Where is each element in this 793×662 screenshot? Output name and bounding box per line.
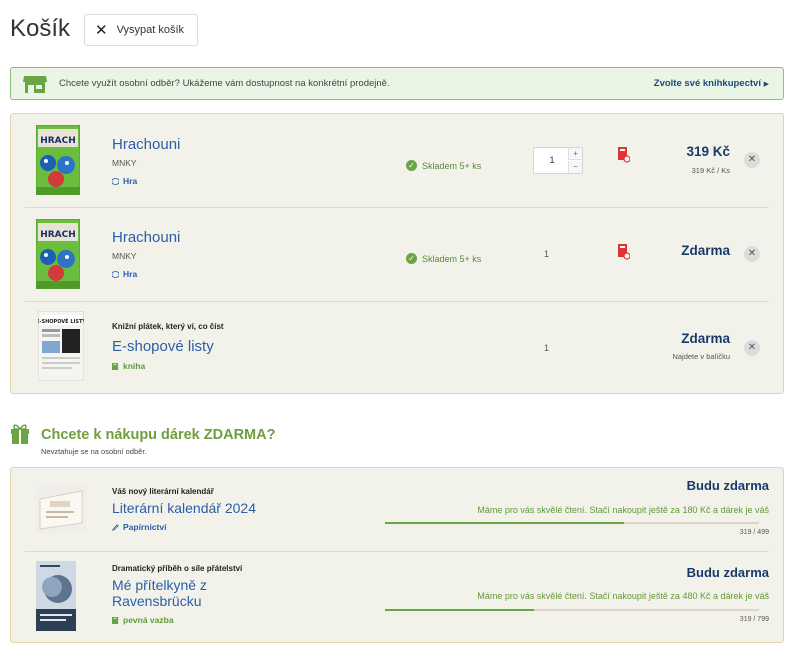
quantity-decrease-button[interactable]: − xyxy=(568,161,582,173)
gift-subheading: Nevztahuje se na osobní odběr. xyxy=(41,447,147,456)
check-icon: ✓ xyxy=(406,253,417,264)
close-icon: ✕ xyxy=(747,342,757,353)
remove-item-button[interactable]: ✕ xyxy=(744,340,760,356)
quantity-value: 1 xyxy=(544,249,550,259)
gift-promo-label: Budu zdarma xyxy=(686,565,769,580)
gift-progress-fill xyxy=(385,609,535,611)
book-icon xyxy=(112,616,119,624)
product-name-link[interactable]: Hrachouni xyxy=(112,136,180,153)
gift-name-line: Ravensbrücku xyxy=(112,593,202,609)
clear-cart-label: Vysypat košík xyxy=(116,24,185,36)
stock-status: ✓ Skladem 5+ ks xyxy=(406,253,481,264)
cart-items-box: HRACH Hrachouni MNKY Hra ✓ Skladem 5+ ks… xyxy=(10,113,784,394)
pickup-text: Chcete využít osobní odběr? Ukážeme vám … xyxy=(59,78,390,89)
gift-name-link[interactable]: Literární kalendář 2024 xyxy=(112,500,256,516)
product-brand: MNKY xyxy=(112,251,137,261)
gift-product-image[interactable] xyxy=(36,485,86,533)
quantity-stepper[interactable]: 1 + − xyxy=(533,147,583,174)
svg-text:E-SHOPOVÉ LISTY: E-SHOPOVÉ LISTY xyxy=(38,317,84,325)
product-type-label: Hra xyxy=(123,269,138,279)
product-image[interactable]: HRACH xyxy=(36,125,80,195)
quantity-value: 1 xyxy=(544,343,550,353)
gift-type-label: pevná vazba xyxy=(123,615,174,625)
page-title: Košík xyxy=(10,15,71,42)
clear-cart-button[interactable]: ✕ Vysypat košík xyxy=(84,14,198,46)
item-price: Zdarma xyxy=(681,331,730,346)
gift-row: Váš nový literární kalendář Literární ka… xyxy=(25,468,769,552)
remove-item-button[interactable]: ✕ xyxy=(744,152,760,168)
gift-category-label: Váš nový literární kalendář xyxy=(112,487,214,496)
stock-status: ✓ Skladem 5+ ks xyxy=(406,160,481,171)
bundle-note: Najdete v balíčku xyxy=(672,352,730,361)
cart-row: E-SHOPOVÉ LISTY Knižní plátek, který ví,… xyxy=(25,302,769,394)
gift-promo-label: Budu zdarma xyxy=(686,478,769,493)
gift-progress-bar xyxy=(385,609,759,611)
gift-type: Papírnictví xyxy=(112,522,166,532)
svg-text:HRACH: HRACH xyxy=(40,136,76,146)
gift-name-link[interactable]: Mé přítelkyně z Ravensbrücku xyxy=(112,577,207,609)
quantity-input[interactable]: 1 xyxy=(534,148,570,173)
gift-tag-icon[interactable] xyxy=(618,147,630,163)
stock-label: Skladem 5+ ks xyxy=(422,160,482,171)
pencil-icon xyxy=(112,523,119,531)
gift-progress-fill xyxy=(385,522,624,524)
cube-icon xyxy=(112,177,119,185)
cart-row: HRACH Hrachouni MNKY Hra ✓ Skladem 5+ ks… xyxy=(25,208,769,300)
book-icon xyxy=(112,362,119,370)
close-icon: ✕ xyxy=(95,21,108,39)
gift-progress-text: 319 / 799 xyxy=(739,616,769,623)
gift-heading: Chcete k nákupu dárek ZDARMA? xyxy=(41,427,276,443)
gift-type: pevná vazba xyxy=(112,615,174,625)
product-type: Hra xyxy=(112,176,137,186)
choose-bookstore-link[interactable]: Zvolte své knihkupectví ▶ xyxy=(654,78,769,89)
gift-name-line: Mé přítelkyně z xyxy=(112,577,207,593)
gift-tag-icon[interactable] xyxy=(618,244,630,260)
gift-message: Máme pro vás skvělé čtení. Stačí nakoupi… xyxy=(477,505,769,515)
gift-product-image[interactable] xyxy=(36,561,76,631)
product-type-label: Hra xyxy=(123,176,138,186)
cube-icon xyxy=(112,270,119,278)
product-name-link[interactable]: E-shopové listy xyxy=(112,338,214,355)
close-icon: ✕ xyxy=(747,248,757,259)
remove-item-button[interactable]: ✕ xyxy=(744,246,760,262)
quantity-increase-button[interactable]: + xyxy=(568,148,582,160)
product-type: Hra xyxy=(112,269,137,279)
gift-progress-text: 319 / 499 xyxy=(739,529,769,536)
product-type-label: kniha xyxy=(123,361,146,371)
gift-row: Dramatický příběh o síle přátelství Mé p… xyxy=(25,552,769,636)
gift-category-label: Dramatický příběh o síle přátelství xyxy=(112,564,243,573)
shop-icon xyxy=(23,75,47,93)
check-icon: ✓ xyxy=(406,160,417,171)
stock-label: Skladem 5+ ks xyxy=(422,253,482,264)
item-price: 319 Kč xyxy=(686,144,730,159)
product-category-label: Knižní plátek, který ví, co číst xyxy=(112,322,224,331)
choose-bookstore-label: Zvolte své knihkupectví xyxy=(653,78,761,89)
product-brand: MNKY xyxy=(112,158,137,168)
gift-offers-box: Váš nový literární kalendář Literární ka… xyxy=(10,467,784,643)
svg-text:HRACH: HRACH xyxy=(40,230,76,240)
chevron-right-icon: ▶ xyxy=(763,81,769,88)
gift-progress-bar xyxy=(385,522,759,524)
pickup-banner: Chcete využít osobní odběr? Ukážeme vám … xyxy=(10,67,784,100)
unit-price: 319 Kč / Ks xyxy=(691,166,730,175)
product-name-link[interactable]: Hrachouni xyxy=(112,229,180,246)
close-icon: ✕ xyxy=(747,154,757,165)
item-price: Zdarma xyxy=(681,243,730,258)
gift-type-label: Papírnictví xyxy=(123,522,167,532)
cart-row: HRACH Hrachouni MNKY Hra ✓ Skladem 5+ ks… xyxy=(25,114,769,206)
product-type: kniha xyxy=(112,361,145,371)
gift-icon xyxy=(11,424,29,444)
product-image[interactable]: HRACH xyxy=(36,219,80,289)
gift-message: Máme pro vás skvělé čtení. Stačí nakoupi… xyxy=(477,591,769,601)
product-image[interactable]: E-SHOPOVÉ LISTY xyxy=(38,311,84,381)
